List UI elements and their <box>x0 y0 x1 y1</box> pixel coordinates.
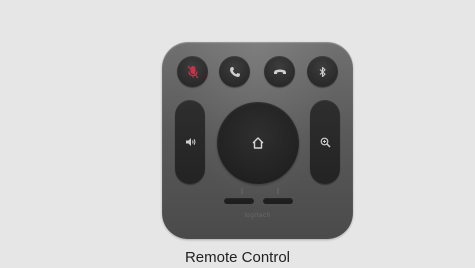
mic-mute-icon <box>187 65 198 78</box>
zoom-button <box>310 100 340 184</box>
phone-icon <box>229 66 240 77</box>
preset-marker-1 <box>241 188 243 194</box>
zoom-icon <box>320 137 331 148</box>
bluetooth-button <box>307 56 338 87</box>
volume-button <box>175 100 205 184</box>
mute-button <box>177 56 208 87</box>
remote-control-image: logitech <box>162 42 353 239</box>
product-caption[interactable]: Remote Control <box>18 249 457 266</box>
preset-button-2 <box>263 198 293 204</box>
hang-up-button <box>264 56 295 87</box>
volume-icon <box>185 138 195 146</box>
call-button <box>219 56 250 87</box>
home-icon <box>252 137 264 149</box>
preset-marker-2 <box>277 188 279 194</box>
bluetooth-icon <box>319 66 326 77</box>
directional-pad <box>217 102 299 184</box>
brand-logo-text: logitech <box>244 212 271 219</box>
preset-button-1 <box>224 198 254 204</box>
hang-up-icon <box>273 69 286 74</box>
product-card[interactable]: logitech Remote Control <box>18 14 457 266</box>
